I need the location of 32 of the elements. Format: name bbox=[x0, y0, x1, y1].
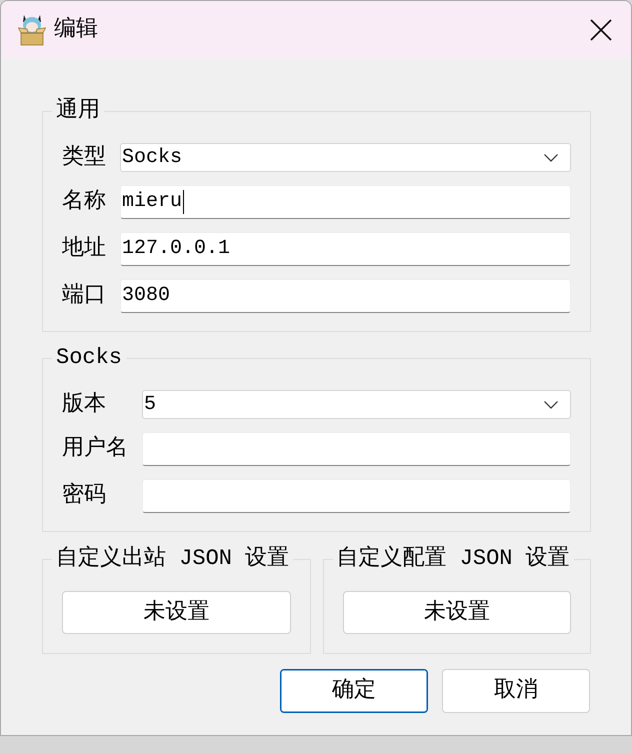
dropdown-value: 5 bbox=[144, 392, 156, 416]
window-title: 编辑 bbox=[54, 16, 98, 42]
field-label: 地址 bbox=[62, 236, 106, 262]
close-icon bbox=[590, 18, 612, 40]
dropdown[interactable]: 5 bbox=[142, 390, 571, 419]
field-label: 版本 bbox=[62, 392, 107, 418]
field-value: 3080 bbox=[122, 284, 170, 308]
settings-button[interactable]: 未设置 bbox=[342, 591, 571, 634]
field-label: 名称 bbox=[62, 189, 106, 215]
field-label: 用户名 bbox=[62, 436, 128, 462]
text-field[interactable]: mieru bbox=[120, 185, 571, 219]
text-field[interactable]: 127.0.0.1 bbox=[120, 232, 571, 266]
text-field[interactable]: 3080 bbox=[120, 279, 571, 313]
settings-button[interactable]: 未设置 bbox=[62, 591, 290, 634]
field-label: 密码 bbox=[62, 483, 107, 509]
character-in-box-icon bbox=[18, 14, 46, 46]
field-value: mieru bbox=[122, 190, 182, 214]
cancel-button[interactable]: 取消 bbox=[442, 669, 590, 713]
field-label: 端口 bbox=[62, 283, 106, 309]
group-title: 通用 bbox=[55, 99, 101, 123]
group-title: Socks bbox=[55, 346, 124, 370]
chevron-down-icon bbox=[544, 400, 558, 408]
dropdown[interactable]: Socks bbox=[120, 143, 571, 172]
text-field[interactable] bbox=[142, 479, 571, 513]
group-title: 自定义配置 JSON 设置 bbox=[336, 547, 571, 571]
group-title: 自定义出站 JSON 设置 bbox=[55, 547, 290, 571]
field-value: 127.0.0.1 bbox=[122, 237, 230, 261]
dropdown-value: Socks bbox=[122, 146, 182, 170]
field-label: 类型 bbox=[62, 144, 106, 170]
ok-button[interactable]: 确定 bbox=[280, 669, 428, 713]
text-field[interactable] bbox=[142, 432, 571, 466]
chevron-down-icon bbox=[544, 154, 558, 162]
